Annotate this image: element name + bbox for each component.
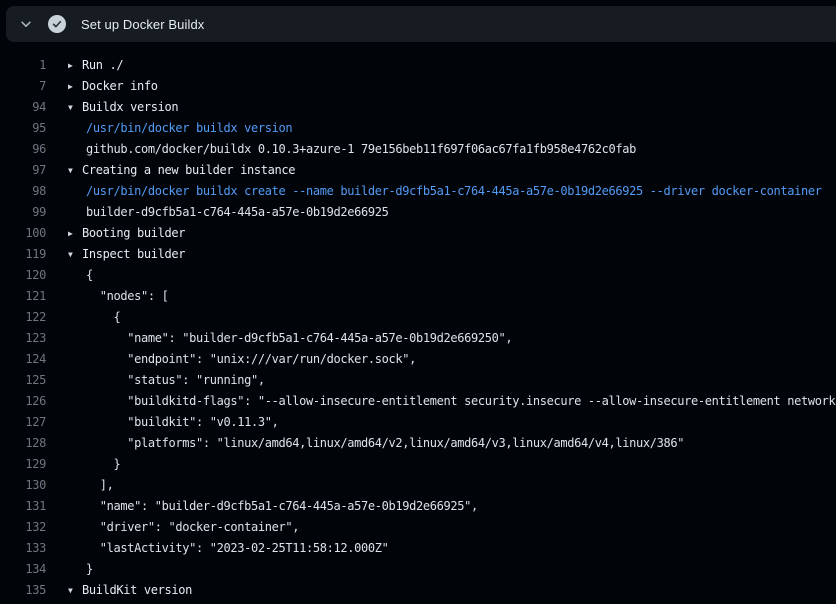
log-text: "buildkit": "v0.11.3", [86, 412, 279, 433]
line-number[interactable]: 124 [0, 349, 46, 370]
log-text: "buildkitd-flags": "--allow-insecure-ent… [86, 391, 836, 412]
log-group-toggle[interactable]: ▶Run ./ [68, 55, 123, 76]
log-line: 99 builder-d9cfb5a1-c764-445a-a57e-0b19d2… [0, 202, 836, 223]
log-group-toggle[interactable]: ▶Booting builder [68, 223, 185, 244]
line-number[interactable]: 99 [0, 202, 46, 223]
line-number[interactable]: 127 [0, 412, 46, 433]
log-text: builder-d9cfb5a1-c764-445a-a57e-0b19d2e6… [86, 202, 388, 223]
log-lines: 1▶Run ./7▶Docker info94▼Buildx version95… [0, 42, 836, 604]
log-line: 96 github.com/docker/buildx 0.10.3+azure-… [0, 139, 836, 160]
line-number[interactable]: 123 [0, 328, 46, 349]
log-line: 123 "name": "builder-d9cfb5a1-c764-445a-… [0, 328, 836, 349]
log-line: 95/usr/bin/docker buildx version [0, 118, 836, 139]
line-number[interactable]: 131 [0, 496, 46, 517]
log-command-text: /usr/bin/docker buildx create --name bui… [86, 181, 822, 202]
line-number[interactable]: 121 [0, 286, 46, 307]
log-group-toggle[interactable]: ▼Buildx version [68, 97, 178, 118]
step-title: Set up Docker Buildx [81, 17, 204, 32]
log-group-title: Buildx version [82, 100, 178, 114]
log-text: "name": "builder-d9cfb5a1-c764-445a-a57e… [86, 328, 512, 349]
log-line: 124 "endpoint": "unix:///var/run/docker.… [0, 349, 836, 370]
log-text: ], [86, 475, 114, 496]
line-number[interactable]: 7 [0, 76, 46, 97]
log-group-title: Creating a new builder instance [82, 163, 295, 177]
log-line: 97 ▼Creating a new builder instance [0, 160, 836, 181]
log-line: 131 "name": "builder-d9cfb5a1-c764-445a-… [0, 496, 836, 517]
line-number[interactable]: 120 [0, 265, 46, 286]
line-number[interactable]: 129 [0, 454, 46, 475]
log-line: 132 "driver": "docker-container", [0, 517, 836, 538]
log-line: 128 "platforms": "linux/amd64,linux/amd6… [0, 433, 836, 454]
log-line: 121 "nodes": [ [0, 286, 836, 307]
log-text: { [86, 265, 93, 286]
triangle-right-icon: ▶ [68, 76, 82, 97]
line-number[interactable]: 134 [0, 559, 46, 580]
line-number[interactable]: 130 [0, 475, 46, 496]
log-text: } [86, 454, 120, 475]
log-text: } [86, 559, 93, 580]
line-number[interactable]: 125 [0, 370, 46, 391]
chevron-down-icon[interactable] [18, 16, 34, 32]
line-number[interactable]: 126 [0, 391, 46, 412]
line-number[interactable]: 132 [0, 517, 46, 538]
log-text: "endpoint": "unix:///var/run/docker.sock… [86, 349, 416, 370]
triangle-down-icon: ▼ [68, 244, 82, 265]
line-number[interactable]: 119 [0, 244, 46, 265]
line-number[interactable]: 97 [0, 160, 46, 181]
log-group-toggle[interactable]: ▼BuildKit version [68, 580, 192, 601]
line-number[interactable]: 95 [0, 118, 46, 139]
log-text: "nodes": [ [86, 286, 169, 307]
log-line: 129 } [0, 454, 836, 475]
step-header[interactable]: Set up Docker Buildx [6, 6, 836, 42]
triangle-down-icon: ▼ [68, 580, 82, 601]
log-line: 122 { [0, 307, 836, 328]
triangle-down-icon: ▼ [68, 160, 82, 181]
check-circle-icon [48, 15, 66, 33]
log-line: 119 ▼Inspect builder [0, 244, 836, 265]
line-number[interactable]: 122 [0, 307, 46, 328]
log-line: 126 "buildkitd-flags": "--allow-insecure… [0, 391, 836, 412]
line-number[interactable]: 133 [0, 538, 46, 559]
log-command-text: /usr/bin/docker buildx version [86, 118, 292, 139]
log-line: 98/usr/bin/docker buildx create --name b… [0, 181, 836, 202]
log-group-title: Docker info [82, 79, 158, 93]
log-line: 7 ▶Docker info [0, 76, 836, 97]
log-line: 134} [0, 559, 836, 580]
triangle-down-icon: ▼ [68, 97, 82, 118]
log-line: 135 ▼BuildKit version [0, 580, 836, 601]
log-group-title: Booting builder [82, 226, 185, 240]
log-text: github.com/docker/buildx 0.10.3+azure-1 … [86, 139, 636, 160]
log-group-toggle[interactable]: ▼Creating a new builder instance [68, 160, 295, 181]
log-line: 125 "status": "running", [0, 370, 836, 391]
log-group-title: Run ./ [82, 58, 123, 72]
log-line: 130 ], [0, 475, 836, 496]
triangle-right-icon: ▶ [68, 55, 82, 76]
triangle-right-icon: ▶ [68, 223, 82, 244]
line-number[interactable]: 100 [0, 223, 46, 244]
log-line: 127 "buildkit": "v0.11.3", [0, 412, 836, 433]
line-number[interactable]: 1 [0, 55, 46, 76]
log-group-title: BuildKit version [82, 583, 192, 597]
log-group-title: Inspect builder [82, 247, 185, 261]
line-number[interactable]: 98 [0, 181, 46, 202]
line-number[interactable]: 96 [0, 139, 46, 160]
log-line: 1 ▶Run ./ [0, 55, 836, 76]
log-group-toggle[interactable]: ▶Docker info [68, 76, 158, 97]
log-text: "platforms": "linux/amd64,linux/amd64/v2… [86, 433, 684, 454]
log-text: "name": "builder-d9cfb5a1-c764-445a-a57e… [86, 496, 478, 517]
line-number[interactable]: 135 [0, 580, 46, 601]
log-text: { [86, 307, 120, 328]
log-line: 94 ▼Buildx version [0, 97, 836, 118]
log-text: "status": "running", [86, 370, 265, 391]
log-text: "driver": "docker-container", [86, 517, 299, 538]
line-number[interactable]: 94 [0, 97, 46, 118]
log-line: 120 { [0, 265, 836, 286]
log-group-toggle[interactable]: ▼Inspect builder [68, 244, 185, 265]
log-line: 133 "lastActivity": "2023-02-25T11:58:12… [0, 538, 836, 559]
line-number[interactable]: 128 [0, 433, 46, 454]
log-line: 100 ▶Booting builder [0, 223, 836, 244]
log-text: "lastActivity": "2023-02-25T11:58:12.000… [86, 538, 388, 559]
